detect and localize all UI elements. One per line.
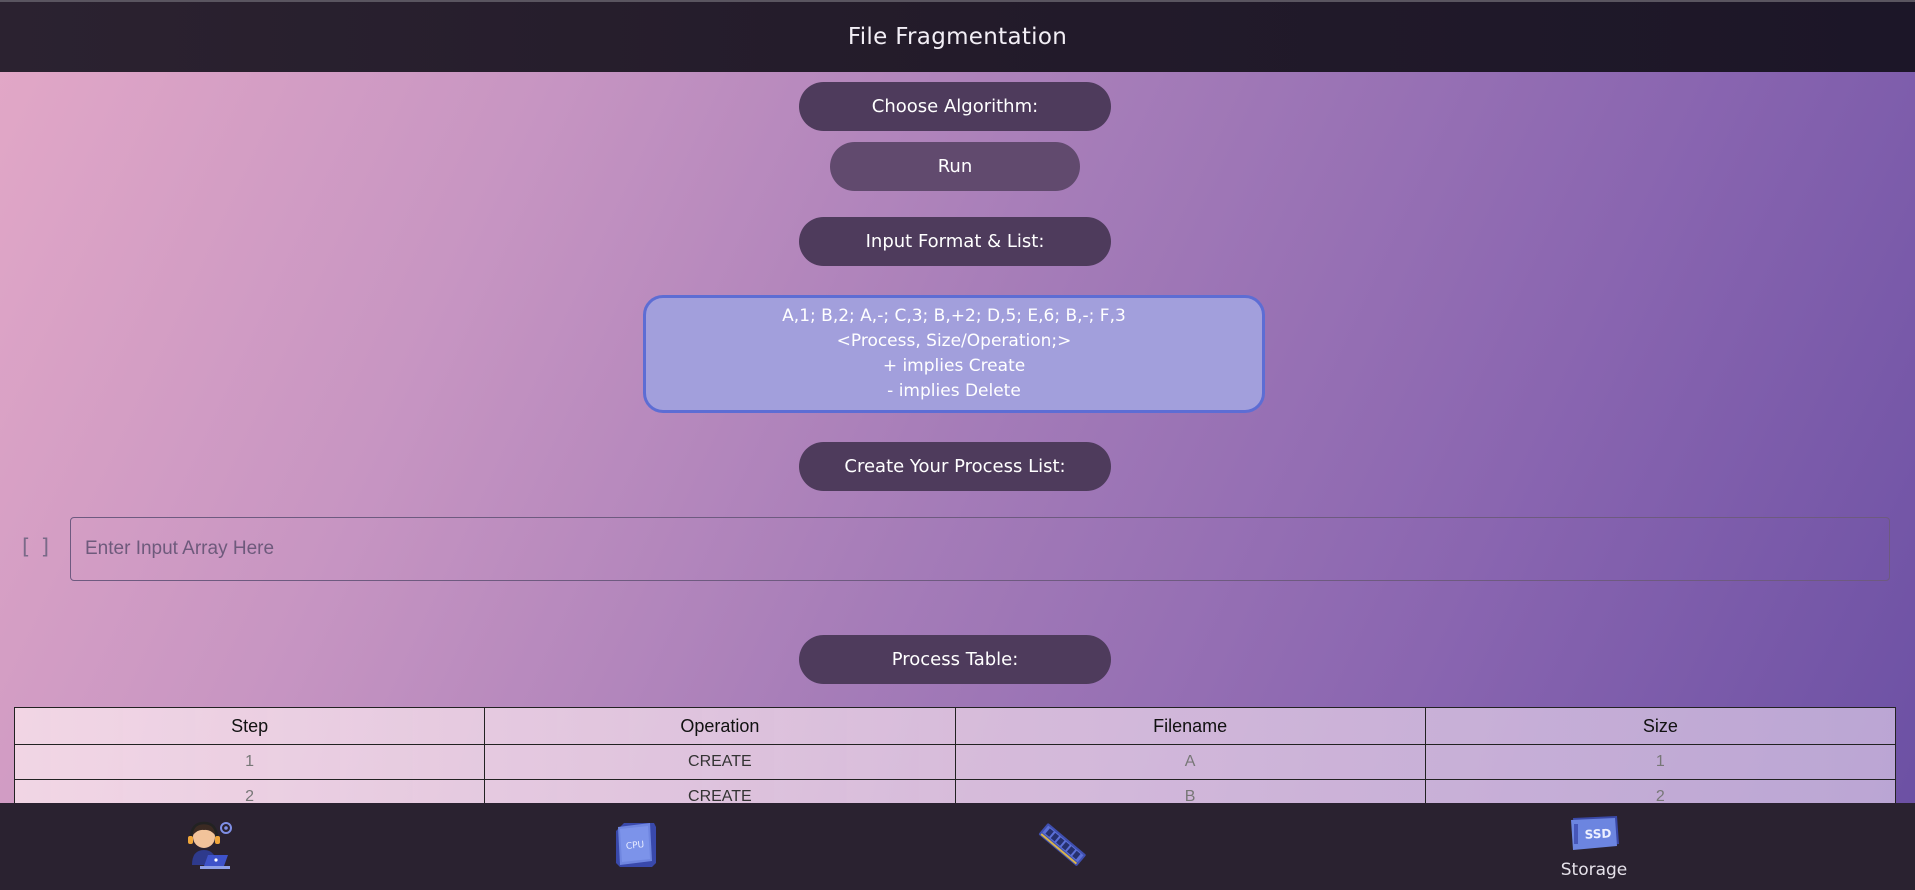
input-array-field[interactable] — [70, 517, 1890, 581]
table-row: 1 CREATE A 1 — [13, 744, 1897, 780]
format-create-line: + implies Create — [882, 356, 1026, 376]
cell-filename: A — [954, 744, 1426, 780]
run-button[interactable]: Run — [830, 142, 1080, 191]
choose-algorithm-button[interactable]: Choose Algorithm: — [799, 82, 1111, 131]
column-header-filename: Filename — [954, 707, 1426, 745]
cpu-icon: CPU — [610, 819, 660, 875]
process-table: Step Operation Filename Size 1 CREATE A … — [13, 707, 1897, 815]
table-header-row: Step Operation Filename Size — [13, 707, 1897, 745]
array-bracket-label: [ ] — [22, 535, 52, 559]
column-header-step: Step — [13, 707, 486, 745]
svg-text:SSD: SSD — [1584, 826, 1611, 841]
support-agent-icon — [180, 819, 234, 875]
ssd-icon: SSD — [1567, 814, 1621, 858]
process-table-heading: Process Table: — [799, 635, 1111, 684]
create-process-list-heading: Create Your Process List: — [799, 442, 1111, 491]
bottom-navigation-bar: CPU SSD Storage — [0, 803, 1915, 890]
top-header-bar: File Fragmentation — [0, 0, 1915, 72]
svg-text:CPU: CPU — [625, 840, 644, 852]
cell-operation: CREATE — [484, 744, 956, 780]
column-header-operation: Operation — [484, 707, 956, 745]
format-delete-line: - implies Delete — [887, 381, 1021, 401]
cell-step: 1 — [13, 744, 486, 780]
memory-ram-icon — [1035, 818, 1089, 876]
format-example-line: A,1; B,2; A,-; C,3; B,+2; D,5; E,6; B,-;… — [782, 306, 1126, 326]
cell-size: 1 — [1424, 744, 1897, 780]
page-title: File Fragmentation — [847, 24, 1068, 50]
nav-item-support[interactable] — [147, 803, 267, 890]
nav-item-storage[interactable]: SSD Storage — [1534, 803, 1654, 890]
input-format-heading: Input Format & List: — [799, 217, 1111, 266]
nav-label-storage: Storage — [1560, 859, 1628, 880]
column-header-size: Size — [1424, 707, 1897, 745]
nav-item-cpu[interactable]: CPU — [575, 803, 695, 890]
input-format-info-box: A,1; B,2; A,-; C,3; B,+2; D,5; E,6; B,-;… — [643, 295, 1265, 413]
nav-item-memory[interactable] — [1002, 803, 1122, 890]
format-syntax-line: <Process, Size/Operation;> — [836, 331, 1072, 351]
